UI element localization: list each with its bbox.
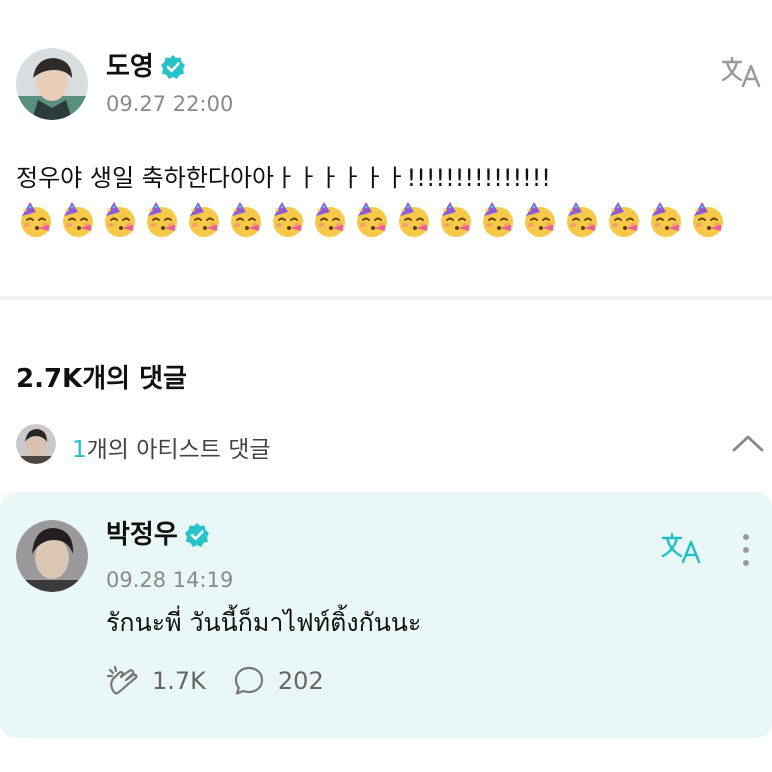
artist-comments-toggle[interactable]: 1개의 아티스트 댓글 bbox=[0, 420, 772, 470]
translate-icon[interactable] bbox=[660, 530, 704, 566]
partying-face-emoji bbox=[651, 202, 681, 237]
like-count: 1.7K bbox=[152, 667, 206, 695]
translate-icon[interactable] bbox=[720, 54, 764, 90]
comment-time: 09.28 14:19 bbox=[106, 568, 234, 592]
partying-face-emoji bbox=[357, 202, 387, 237]
partying-face-emoji bbox=[567, 202, 597, 237]
post-text: 정우야 생일 축하한다아아ㅏㅏㅏㅏㅏㅏ!!!!!!!!!!!!!!! bbox=[16, 158, 756, 240]
comment-author-name[interactable]: 박정우 bbox=[106, 518, 178, 552]
partying-face-emoji bbox=[315, 202, 345, 237]
post-author-name[interactable]: 도영 bbox=[106, 50, 154, 84]
artist-comments-label: 1개의 아티스트 댓글 bbox=[72, 430, 271, 464]
artist-mini-avatar bbox=[16, 424, 56, 464]
partying-face-emoji bbox=[21, 202, 51, 237]
emoji-row bbox=[16, 200, 756, 240]
verified-badge-icon bbox=[160, 55, 185, 79]
verified-badge-icon bbox=[184, 523, 209, 547]
artist-comments-count: 1 bbox=[72, 437, 87, 463]
comment-stats: 1.7K 202 bbox=[106, 664, 350, 698]
partying-face-emoji bbox=[147, 202, 177, 237]
reply-count: 202 bbox=[277, 667, 324, 695]
more-vertical-icon[interactable] bbox=[734, 530, 758, 570]
section-divider bbox=[0, 296, 772, 300]
partying-face-emoji bbox=[483, 202, 513, 237]
post-time: 09.27 22:00 bbox=[106, 92, 234, 116]
partying-face-emoji bbox=[399, 202, 429, 237]
chevron-up-icon[interactable] bbox=[730, 428, 766, 458]
comment-author-avatar[interactable] bbox=[16, 520, 88, 592]
post-author: 도영 bbox=[106, 50, 186, 84]
partying-face-emoji bbox=[273, 202, 303, 237]
artist-comment-card: 박정우 09.28 14:19 รักนะพี่ วันนี้ก็มาไฟท์ต… bbox=[0, 492, 772, 738]
comment-author: 박정우 bbox=[106, 518, 210, 552]
partying-face-emoji bbox=[105, 202, 135, 237]
post-author-avatar[interactable] bbox=[16, 48, 88, 120]
reply-icon[interactable] bbox=[232, 664, 266, 698]
partying-face-emoji bbox=[189, 202, 219, 237]
partying-face-emoji bbox=[441, 202, 471, 237]
post: 도영 09.27 22:00 정우야 생일 축하한다아아ㅏㅏㅏㅏㅏㅏ!!!!!!… bbox=[0, 0, 772, 292]
comment-text: รักนะพี่ วันนี้ก็มาไฟท์ติ้งกันนะ bbox=[106, 608, 422, 637]
comments-count: 2.7K개의 댓글 bbox=[16, 364, 187, 394]
partying-face-emoji bbox=[609, 202, 639, 237]
artist-comments-text: 개의 아티스트 댓글 bbox=[86, 437, 271, 463]
post-message: 정우야 생일 축하한다아아ㅏㅏㅏㅏㅏㅏ!!!!!!!!!!!!!!! bbox=[16, 164, 551, 192]
partying-face-emoji bbox=[63, 202, 93, 237]
partying-face-emoji bbox=[525, 202, 555, 237]
like-icon[interactable] bbox=[106, 664, 140, 698]
partying-face-emoji bbox=[231, 202, 261, 237]
partying-face-emoji bbox=[693, 202, 723, 237]
